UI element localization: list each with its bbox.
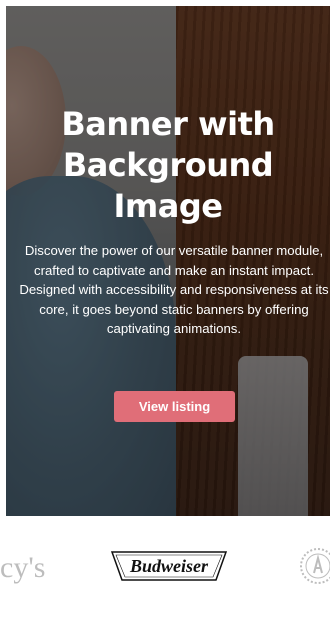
logo-strip: cy's Budweiser <box>0 516 330 619</box>
circular-badge-logo <box>298 546 330 586</box>
banner-title: Banner with Background Image <box>16 104 320 227</box>
banner-title-line: Banner with <box>61 105 275 143</box>
budweiser-logo: Budweiser <box>108 546 230 586</box>
view-listing-button[interactable]: View listing <box>114 391 235 422</box>
banner-description: Discover the power of our versatile bann… <box>19 243 329 336</box>
budweiser-logo-text: Budweiser <box>129 556 209 576</box>
macys-logo: cy's <box>0 551 46 584</box>
banner-title-line: Image <box>113 187 223 225</box>
hero-banner: Banner with Background Image Discover th… <box>6 6 330 516</box>
banner-content: Banner with Background Image Discover th… <box>6 6 330 516</box>
banner-title-line: Background <box>62 146 274 184</box>
